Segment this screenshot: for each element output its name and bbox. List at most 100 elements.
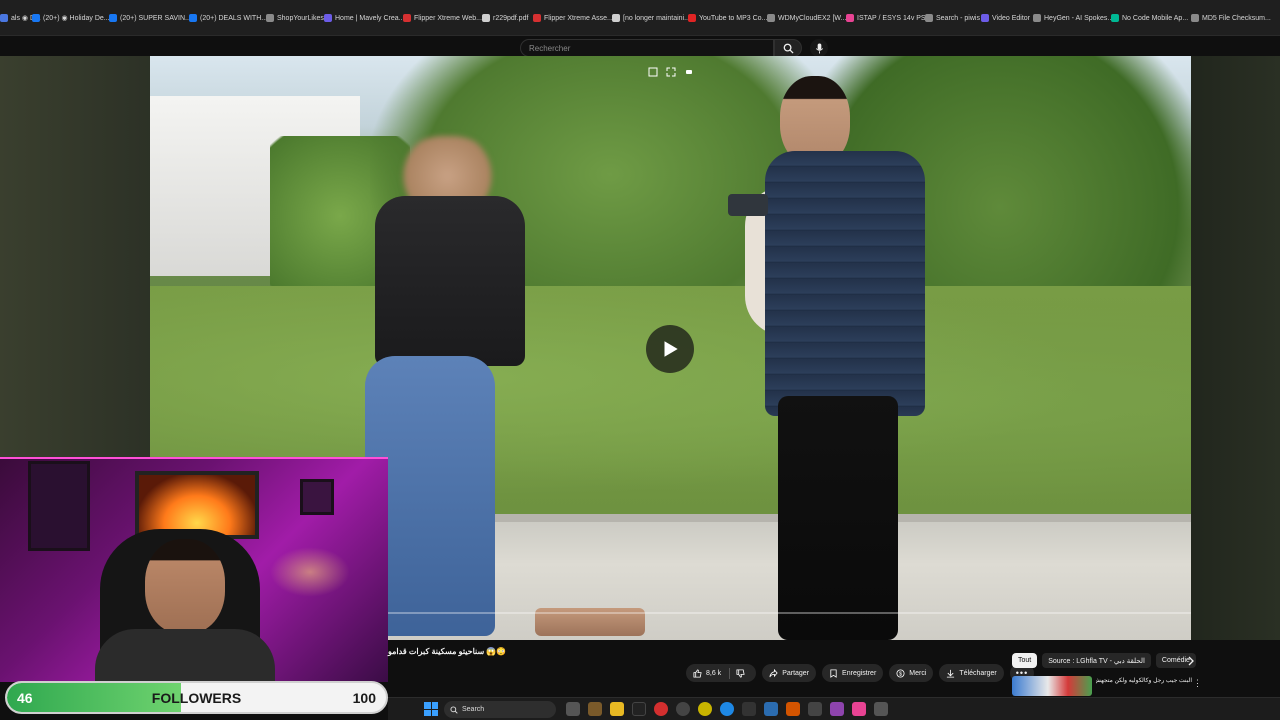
svg-text:$: $ — [899, 671, 902, 677]
video-overlay-controls — [648, 64, 696, 77]
more-vertical-icon[interactable]: ⋮ — [1193, 678, 1202, 689]
bookmark-label: (20+) ◉ Holiday De... — [43, 15, 110, 22]
chip-source[interactable]: Source : LGhfla TV - الحلقة دبي — [1042, 653, 1151, 668]
bookmark-item[interactable]: ISTAP / ESYS 14v PS... — [846, 12, 931, 24]
bookmark-favicon-icon — [266, 14, 274, 22]
bookmark-item[interactable]: MD5 File Checksum... — [1191, 12, 1271, 24]
thanks-button[interactable]: $ Merci — [889, 664, 934, 682]
bookmark-item[interactable]: r229pdf.pdf — [482, 12, 528, 24]
bookmark-label: [no longer maintaini... — [623, 14, 690, 22]
bookmark-favicon-icon — [767, 14, 775, 22]
like-button[interactable]: 8,6 k — [686, 664, 757, 682]
windows-start-icon[interactable] — [424, 702, 438, 716]
youtube-icon — [688, 14, 696, 22]
recommended-video-title[interactable]: البنت جيب رجل وكالكوليه ولكن متجهش لحلقت… — [1096, 677, 1192, 684]
search-box — [520, 39, 774, 57]
task-view-icon[interactable] — [566, 702, 580, 716]
bookmark-item[interactable]: Flipper Xtreme Asse... — [533, 12, 613, 24]
bookmark-item[interactable]: Search - piwis — [925, 12, 980, 24]
video-progress-bar[interactable] — [388, 612, 1191, 614]
bookmark-label: YouTube to MP3 Co... — [699, 14, 768, 22]
tiktok-icon[interactable] — [852, 702, 866, 716]
save-label: Enregistrer — [842, 669, 877, 677]
facebook-icon — [189, 14, 197, 22]
download-button[interactable]: Télécharger — [939, 664, 1004, 682]
bookmark-label: No Code Mobile Ap... — [1122, 14, 1189, 22]
bookmark-item[interactable]: Home | Mavely Crea... — [324, 12, 405, 24]
flipper-icon — [403, 14, 411, 22]
chrome-icon[interactable] — [698, 702, 712, 716]
wall-frame — [28, 461, 90, 551]
app-icon[interactable] — [676, 702, 690, 716]
like-divider — [729, 667, 731, 679]
record-icon[interactable] — [684, 64, 696, 74]
taskbar-search-label: Search — [462, 706, 485, 713]
bookmark-favicon-icon — [1033, 14, 1041, 22]
streamer-webcam — [0, 457, 388, 682]
taskbar-search[interactable]: Search — [444, 701, 556, 718]
video-actions: 8,6 k Partager Enregistrer $ Merci Téléc… — [686, 664, 1035, 682]
bookmark-label: Flipper Xtreme Asse... — [544, 14, 613, 22]
bookmark-favicon-icon — [1191, 14, 1199, 22]
bookmark-item[interactable]: No Code Mobile Ap... — [1111, 12, 1188, 24]
app-icon[interactable] — [742, 702, 756, 716]
bookmark-item[interactable]: Flipper Xtreme Web... — [403, 12, 482, 24]
app-icon[interactable] — [874, 702, 888, 716]
bookmarks-bar: als ◉ D... (20+) ◉ Holiday De... (20+) S… — [0, 0, 1280, 36]
bookmark-item[interactable]: (20+) SUPER SAVIN... — [109, 12, 191, 24]
thumbs-down-icon[interactable] — [736, 668, 745, 678]
chip-all[interactable]: Tout — [1012, 653, 1038, 668]
settings-icon[interactable] — [808, 702, 822, 716]
streamer-head — [145, 539, 225, 634]
bookmark-icon — [830, 668, 837, 678]
play-button[interactable] — [646, 325, 694, 373]
thanks-label: Merci — [909, 669, 927, 677]
recommended-video-thumbnail[interactable] — [1012, 676, 1092, 696]
thumbs-up-icon — [693, 668, 702, 678]
app-icon[interactable] — [786, 702, 800, 716]
search-input[interactable] — [529, 42, 769, 55]
bookmark-label: Search - piwis — [936, 14, 980, 22]
bookmark-item[interactable]: (20+) DEALS WITH... — [189, 12, 267, 24]
recommended-video[interactable]: البنت جيب رجل وكالكوليه ولكن متجهش لحلقت… — [1012, 676, 1202, 696]
followers-goal-count: 100 — [352, 690, 376, 706]
app-icon[interactable] — [588, 702, 602, 716]
save-button[interactable]: Enregistrer — [822, 664, 884, 682]
bookmark-item[interactable]: HeyGen - AI Spokes... — [1033, 12, 1113, 24]
bookmark-favicon-icon — [0, 14, 8, 22]
bookmark-item[interactable]: (20+) ◉ Holiday De... — [32, 12, 110, 24]
recommendation-filter-chips: Tout Source : LGhfla TV - الحلقة دبي Com… — [1012, 653, 1196, 668]
youtube-header — [0, 36, 1280, 57]
share-button[interactable]: Partager — [762, 664, 817, 682]
voice-search-button[interactable] — [810, 39, 828, 57]
chevron-right-icon[interactable] — [1186, 656, 1196, 666]
bookmark-item[interactable]: ShopYourLikes — [266, 12, 324, 24]
woman-jacket — [375, 196, 525, 366]
video-title: سناحيتو مسكينة كبرات قدامو 😱😳 — [388, 647, 507, 656]
bookmark-item[interactable]: [no longer maintaini... — [612, 12, 690, 24]
word-icon[interactable] — [764, 702, 778, 716]
man-vest — [765, 151, 925, 416]
bookmark-label: MD5 File Checksum... — [1202, 14, 1271, 22]
search-icon — [450, 705, 458, 714]
play-icon — [664, 341, 678, 357]
nocode-icon — [1111, 14, 1119, 22]
bookmark-item[interactable]: Video Editor — [981, 12, 1030, 24]
bookmark-label: r229pdf.pdf — [493, 14, 529, 22]
windows-taskbar: Search — [388, 697, 1280, 720]
miniplayer-icon[interactable] — [648, 64, 660, 77]
bookmark-item[interactable]: WDMyCloudEX2 [W... — [767, 12, 846, 24]
opera-icon[interactable] — [654, 702, 668, 716]
expand-icon[interactable] — [666, 64, 678, 77]
tiktok-icon[interactable] — [632, 702, 646, 716]
app-icon[interactable] — [830, 702, 844, 716]
bookmark-item[interactable]: YouTube to MP3 Co... — [688, 12, 767, 24]
edge-icon[interactable] — [720, 702, 734, 716]
bookmark-label: (20+) DEALS WITH... — [200, 14, 268, 22]
bookmark-label: (20+) SUPER SAVIN... — [120, 14, 191, 22]
neon-sign — [270, 547, 350, 597]
streamer-shirt — [95, 629, 275, 682]
file-explorer-icon[interactable] — [610, 702, 624, 716]
search-button[interactable] — [774, 39, 802, 57]
search-icon — [783, 43, 794, 54]
